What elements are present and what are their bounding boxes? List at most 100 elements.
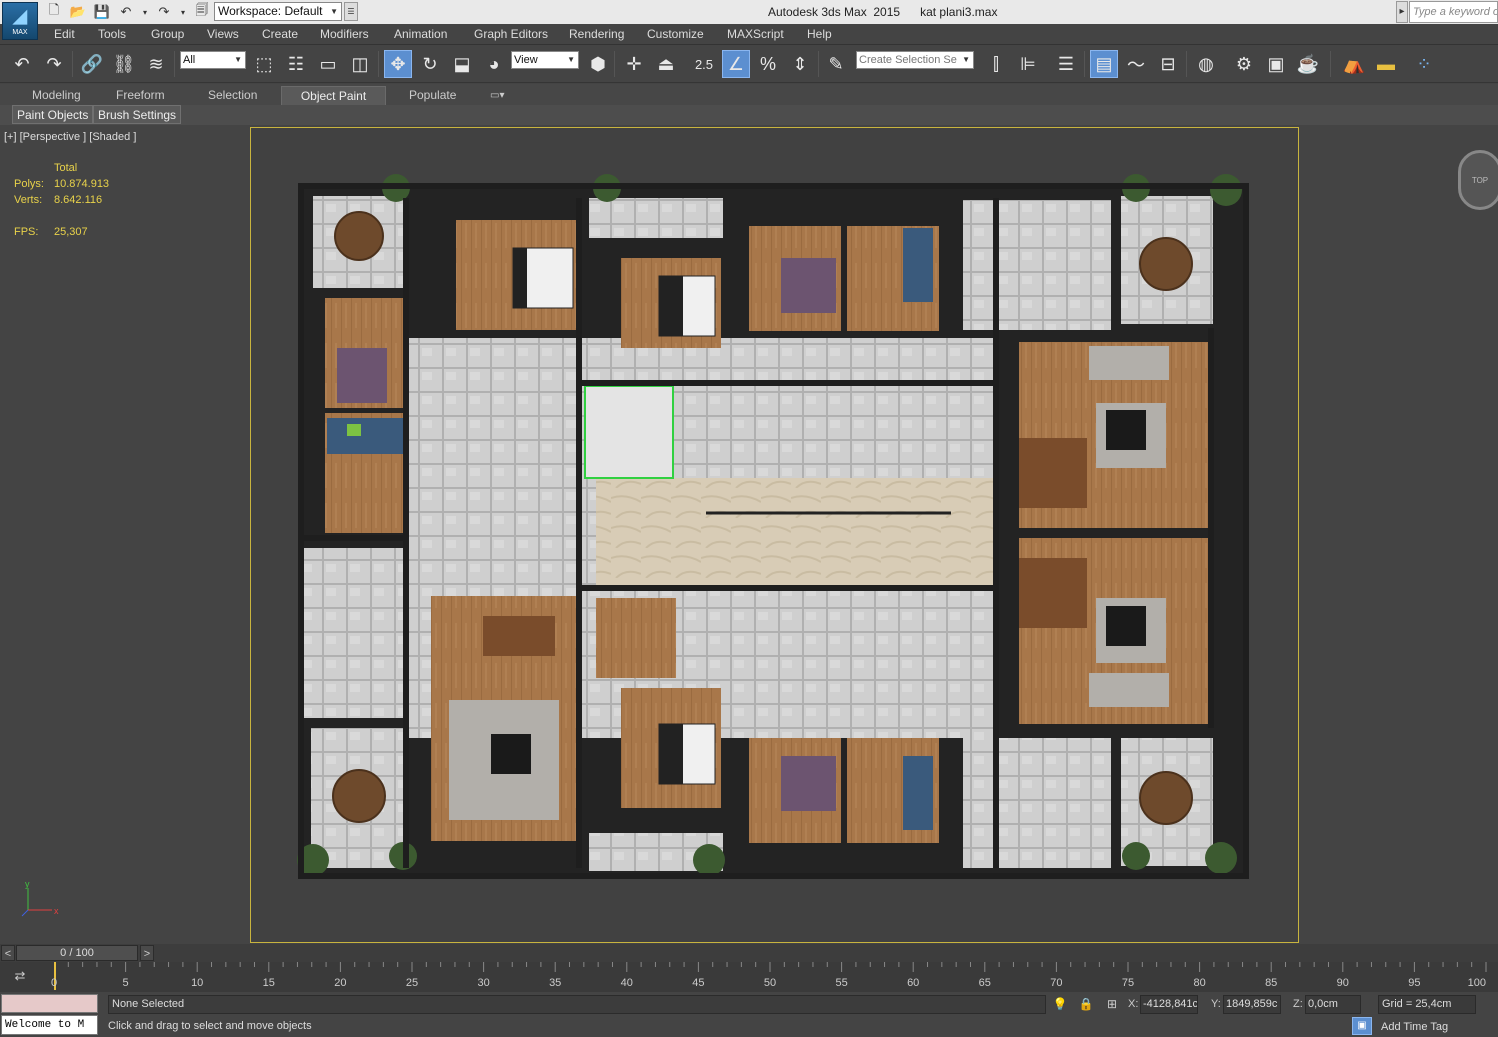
- rendered-frame-window-icon[interactable]: ▣: [1262, 50, 1290, 78]
- selection-status-field: None Selected: [108, 995, 1046, 1014]
- frame-tick-label: 80: [1193, 977, 1206, 989]
- maxscript-mini-listener[interactable]: Welcome to M: [1, 1015, 98, 1035]
- undo-icon[interactable]: ↶: [8, 50, 36, 78]
- menu-help[interactable]: Help: [807, 27, 832, 41]
- select-and-scale-icon[interactable]: ⬓: [448, 50, 476, 78]
- time-slider[interactable]: < 0 / 100 >: [0, 944, 1498, 962]
- redo-icon[interactable]: ↷: [154, 3, 174, 21]
- window-crossing-icon[interactable]: ◫: [346, 50, 374, 78]
- angle-snap-icon[interactable]: ∠: [722, 50, 750, 78]
- selection-lock-icon[interactable]: 🔒: [1078, 996, 1094, 1012]
- menu-create[interactable]: Create: [262, 27, 298, 41]
- frame-tick-label: 70: [1050, 977, 1063, 989]
- ruler-icon[interactable]: ▬: [1372, 50, 1400, 78]
- keyboard-shortcut-override-icon[interactable]: ⏏: [652, 50, 680, 78]
- tab-freeform[interactable]: Freeform: [106, 86, 175, 105]
- named-selection-dropdown[interactable]: Create Selection Se ▼: [856, 51, 974, 69]
- brush-settings-tab[interactable]: Brush Settings: [93, 105, 182, 124]
- perspective-viewport[interactable]: [+] [Perspective ] [Shaded ] Total Polys…: [0, 126, 1498, 944]
- menu-views[interactable]: Views: [207, 27, 239, 41]
- selection-filter-dropdown[interactable]: All ▼: [180, 51, 246, 69]
- open-mini-curve-editor-icon[interactable]: ⇄: [8, 968, 32, 986]
- time-tag-icon[interactable]: ▣: [1352, 1017, 1372, 1035]
- x-coord-field[interactable]: -4128,841c: [1140, 995, 1198, 1014]
- spinner-snap-icon[interactable]: ⇕: [786, 50, 814, 78]
- verts-count: 8.642.116: [54, 194, 103, 206]
- keyword-search-input[interactable]: Type a keyword or: [1409, 1, 1498, 23]
- render-production-icon[interactable]: ☕: [1294, 50, 1322, 78]
- populate-icon[interactable]: ⛺: [1340, 50, 1368, 78]
- redo-dropdown-icon[interactable]: ▾: [178, 3, 188, 21]
- chevron-down-icon: ▼: [962, 55, 970, 64]
- time-slider-prev-icon[interactable]: <: [1, 945, 15, 961]
- y-coord-field[interactable]: 1849,859c: [1223, 995, 1281, 1014]
- bind-to-space-warp-icon[interactable]: ≋: [142, 50, 170, 78]
- select-and-link-icon[interactable]: 🔗: [78, 50, 106, 78]
- axis-y-label: y: [25, 879, 30, 889]
- select-object-icon[interactable]: ⬚: [250, 50, 278, 78]
- tab-selection[interactable]: Selection: [198, 86, 267, 105]
- add-time-tag-button[interactable]: Add Time Tag: [1381, 1021, 1448, 1033]
- curve-editor-icon[interactable]: 〜: [1122, 50, 1150, 78]
- absolute-mode-transform-icon[interactable]: ⊞: [1104, 996, 1120, 1012]
- status-bar: Welcome to M None Selected Click and dra…: [0, 992, 1498, 1037]
- menu-graph-editors[interactable]: Graph Editors: [474, 27, 548, 41]
- viewport-label-menu[interactable]: [+] [Perspective ] [Shaded ]: [4, 131, 136, 143]
- save-file-icon[interactable]: 💾: [92, 3, 112, 21]
- redo-icon[interactable]: ↷: [40, 50, 68, 78]
- time-slider-thumb[interactable]: 0 / 100: [16, 945, 138, 961]
- menu-edit[interactable]: Edit: [54, 27, 75, 41]
- frame-tick-label: 30: [477, 977, 490, 989]
- select-and-move-icon[interactable]: ✥: [384, 50, 412, 78]
- workspace-menu-icon[interactable]: ☰: [344, 2, 358, 21]
- project-folder-icon[interactable]: 🗐: [192, 2, 212, 21]
- render-setup-icon[interactable]: ⚙: [1230, 50, 1258, 78]
- workspace-dropdown[interactable]: Workspace: Default ▼: [214, 2, 342, 21]
- z-coord-field[interactable]: 0,0cm: [1305, 995, 1361, 1014]
- frame-tick-label: 10: [191, 977, 204, 989]
- scene-explorer-icon[interactable]: ▤: [1090, 50, 1118, 78]
- menu-tools[interactable]: Tools: [98, 27, 126, 41]
- material-editor-icon[interactable]: ◍: [1192, 50, 1220, 78]
- select-manipulate-icon[interactable]: ✛: [620, 50, 648, 78]
- menu-animation[interactable]: Animation: [394, 27, 447, 41]
- select-and-rotate-icon[interactable]: ↻: [416, 50, 444, 78]
- view-cube[interactable]: TOP: [1458, 150, 1498, 210]
- tab-modeling[interactable]: Modeling: [22, 86, 91, 105]
- menu-modifiers[interactable]: Modifiers: [320, 27, 369, 41]
- snaps-toggle-icon[interactable]: 2.5: [690, 50, 718, 78]
- schematic-view-icon[interactable]: ⊟: [1154, 50, 1182, 78]
- undo-icon[interactable]: ↶: [116, 3, 136, 21]
- edit-named-selection-icon[interactable]: ✎: [822, 50, 850, 78]
- menu-rendering[interactable]: Rendering: [569, 27, 624, 41]
- undo-dropdown-icon[interactable]: ▾: [140, 3, 150, 21]
- new-file-icon[interactable]: 🗋: [44, 2, 64, 21]
- open-file-icon[interactable]: 📂: [68, 3, 88, 21]
- menu-maxscript[interactable]: MAXScript: [727, 27, 784, 41]
- maxscript-mini-listener-pink[interactable]: [1, 994, 98, 1013]
- ribbon-options-icon[interactable]: ▭▾: [480, 86, 514, 105]
- select-by-name-icon[interactable]: ☷: [282, 50, 310, 78]
- ribbon-panel: Paint Objects Brush Settings: [0, 105, 1498, 125]
- layer-explorer-icon[interactable]: ☰: [1052, 50, 1080, 78]
- reference-coordinate-dropdown[interactable]: View ▼: [511, 51, 579, 69]
- menu-group[interactable]: Group: [151, 27, 184, 41]
- time-slider-next-icon[interactable]: >: [140, 945, 154, 961]
- rectangular-selection-icon[interactable]: ▭: [314, 50, 342, 78]
- particle-icon[interactable]: ⁘: [1410, 50, 1438, 78]
- unlink-selection-icon[interactable]: ⛓: [110, 50, 138, 78]
- paint-objects-tab[interactable]: Paint Objects: [12, 105, 94, 124]
- use-pivot-center-icon[interactable]: ⬢: [584, 50, 612, 78]
- isolate-selection-icon[interactable]: 💡: [1052, 996, 1068, 1012]
- search-expand-icon[interactable]: ▸: [1396, 1, 1408, 23]
- tab-populate[interactable]: Populate: [399, 86, 466, 105]
- tab-object-paint[interactable]: Object Paint: [281, 86, 386, 105]
- application-button[interactable]: ◢ MAX: [2, 2, 38, 40]
- percent-snap-icon[interactable]: %: [754, 50, 782, 78]
- select-and-place-icon[interactable]: ◕: [480, 50, 508, 78]
- align-icon[interactable]: ⊫: [1014, 50, 1042, 78]
- frame-tick-label: 20: [334, 977, 347, 989]
- mirror-icon[interactable]: ⫿: [982, 50, 1010, 78]
- menu-customize[interactable]: Customize: [647, 27, 704, 41]
- track-bar[interactable]: ⇄ 0 5 10 15 20 25 30 35 40 45 50 55 60 65 70 75 80 85 90 95…: [0, 962, 1498, 992]
